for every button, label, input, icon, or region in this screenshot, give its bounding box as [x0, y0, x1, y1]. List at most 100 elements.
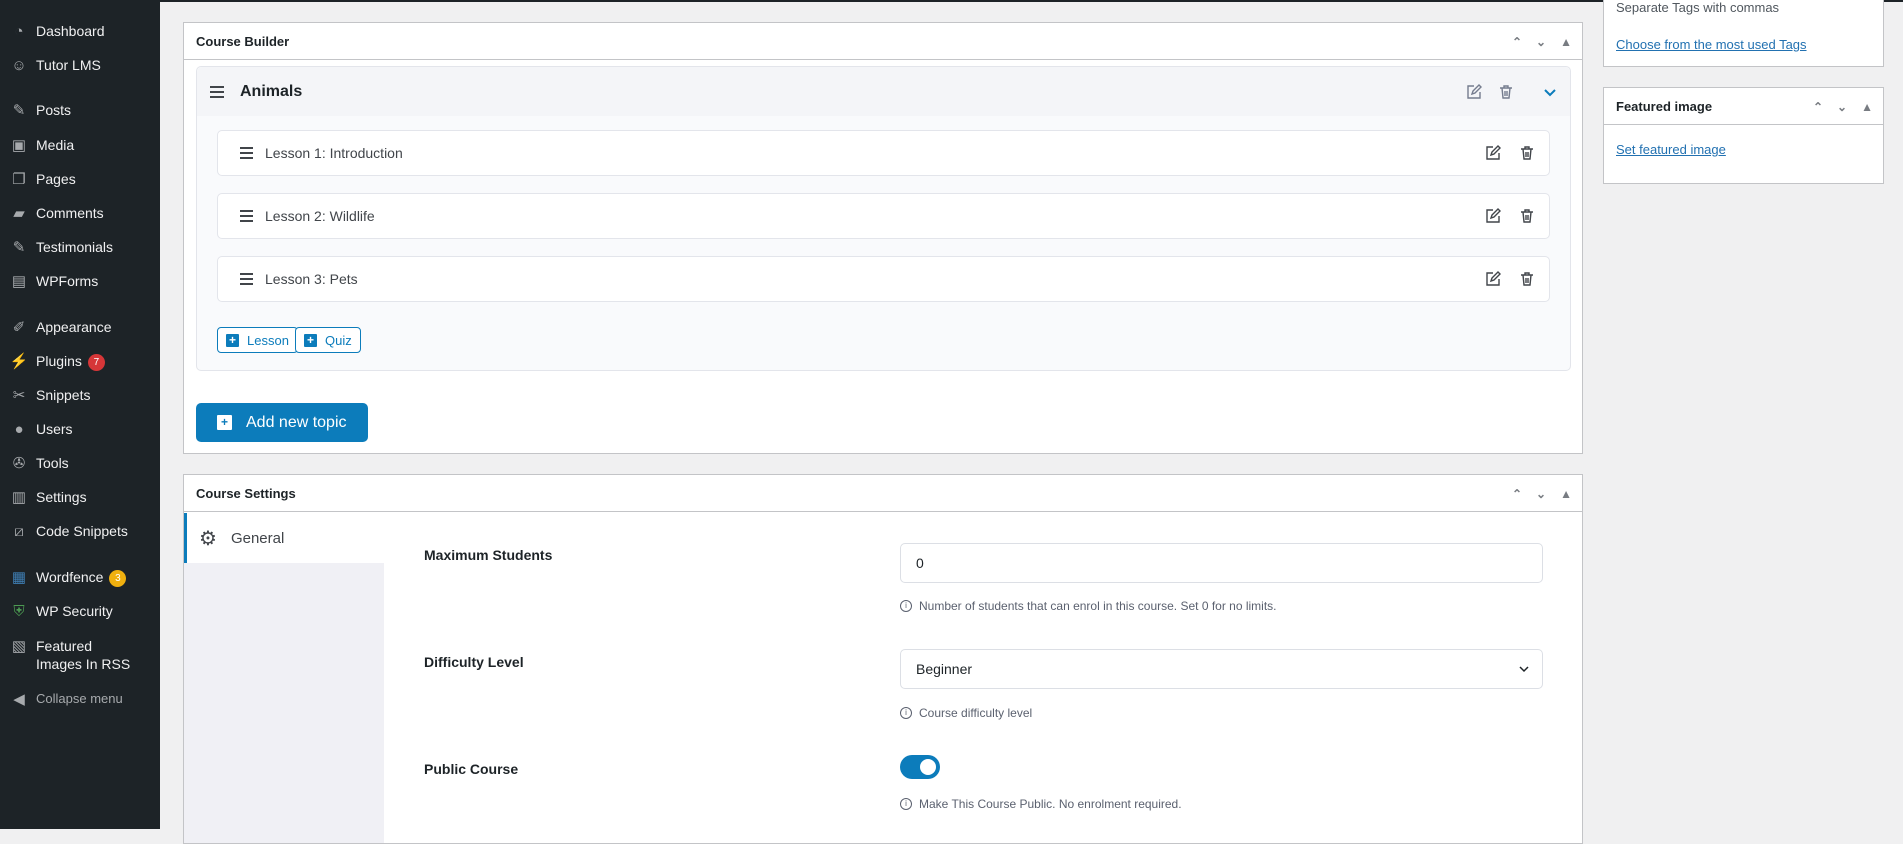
count-badge: 3: [109, 569, 127, 587]
sidebar-item-wpforms[interactable]: ▤ WPForms: [0, 271, 160, 291]
collapse-panel-icon[interactable]: ▲: [1861, 100, 1873, 114]
sidebar-item-label: Snippets: [36, 387, 91, 403]
sidebar-item-tutor-lms[interactable]: ☺ Tutor LMS: [0, 55, 160, 75]
max-students-help: i Number of students that can enrol in th…: [900, 599, 1277, 613]
most-used-tags-link[interactable]: Choose from the most used Tags: [1616, 37, 1807, 52]
difficulty-label: Difficulty Level: [424, 654, 524, 670]
count-badge: 7: [87, 353, 105, 371]
collapse-icon: ◀: [13, 691, 25, 708]
sidebar-item-tools[interactable]: ✇ Tools: [0, 453, 160, 473]
sidebar-item-media[interactable]: ▣ Media: [0, 135, 160, 155]
move-down-icon[interactable]: ⌄: [1536, 35, 1546, 49]
sidebar-item-wordfence[interactable]: ▦ Wordfence 3: [0, 567, 160, 587]
pin-icon: ✎: [12, 239, 26, 256]
sidebar-item-snippets[interactable]: ✂ Snippets: [0, 385, 160, 405]
move-down-icon[interactable]: ⌄: [1837, 100, 1847, 114]
sidebar-item-wp-security[interactable]: ⛨ WP Security: [0, 601, 160, 621]
media-icon: ▣: [11, 137, 27, 154]
shield-icon: ⛨: [13, 602, 25, 620]
set-featured-image-link[interactable]: Set featured image: [1616, 142, 1726, 157]
sidebar-item-label: Media: [36, 137, 75, 153]
lesson-item[interactable]: Lesson 1: Introduction: [217, 130, 1550, 176]
sidebar-item-featured-images-in-rss[interactable]: ▧ Featured Images In RSS: [0, 636, 160, 673]
drag-handle-icon[interactable]: [210, 85, 224, 98]
sidebar-item-posts[interactable]: ✎ Posts: [0, 100, 160, 120]
move-down-icon[interactable]: ⌄: [1536, 487, 1546, 501]
sidebar-item-label: Featured Images In RSS: [36, 638, 131, 672]
move-up-icon[interactable]: ⌃: [1512, 35, 1522, 49]
dashboard-icon: ◔: [14, 22, 24, 40]
sidebar-item-label: WPForms: [36, 273, 99, 289]
sidebar-item-label: Posts: [36, 102, 72, 118]
trash-icon[interactable]: [1498, 84, 1514, 100]
move-up-icon[interactable]: ⌃: [1512, 487, 1522, 501]
wordfence-icon: ▦: [11, 569, 27, 586]
plus-icon: +: [217, 415, 232, 430]
sidebar-item-appearance[interactable]: ✐ Appearance: [0, 317, 160, 337]
chevron-down-icon: [1519, 666, 1529, 673]
edit-icon[interactable]: [1485, 271, 1501, 287]
plus-icon: +: [304, 333, 317, 347]
sidebar-item-users[interactable]: ● Users: [0, 419, 160, 439]
trash-icon[interactable]: [1519, 271, 1535, 287]
lesson-title: Lesson 1: Introduction: [265, 145, 403, 161]
lesson-item[interactable]: Lesson 3: Pets: [217, 256, 1550, 302]
public-course-label: Public Course: [424, 761, 519, 777]
edit-icon[interactable]: [1466, 83, 1482, 100]
drag-handle-icon[interactable]: [240, 210, 253, 222]
forms-icon: ▤: [11, 273, 27, 290]
collapse-panel-icon[interactable]: ▲: [1560, 35, 1572, 49]
tab-general[interactable]: ⚙ General: [184, 513, 384, 563]
sidebar-item-dashboard[interactable]: ◔ Dashboard: [0, 21, 160, 41]
sidebar-item-settings[interactable]: ▥ Settings: [0, 487, 160, 507]
sidebar-item-label: Pages: [36, 171, 76, 187]
plus-icon: +: [226, 333, 239, 347]
max-students-input[interactable]: 0: [900, 543, 1543, 583]
course-builder-panel: Course Builder ⌃ ⌄ ▲ Animals Lesson 1: Int…: [183, 22, 1583, 454]
sidebar-item-label: Tools: [36, 455, 69, 471]
user-icon: ●: [14, 420, 24, 438]
course-settings-panel: Course Settings ⌃ ⌄ ▲ ⚙ General Maximum Stu…: [183, 474, 1583, 844]
sidebar-item-pages[interactable]: ❐ Pages: [0, 169, 160, 189]
collapse-panel-icon[interactable]: ▲: [1560, 487, 1572, 501]
gear-icon: ⚙: [199, 527, 217, 550]
add-lesson-button[interactable]: + Lesson: [217, 327, 298, 353]
pages-icon: ❐: [12, 171, 26, 188]
plugin-icon: ⚡: [9, 353, 29, 370]
sidebar-item-code-snippets[interactable]: ⧄ Code Snippets: [0, 521, 160, 541]
sidebar-item-label: Comments: [36, 205, 104, 221]
lesson-item[interactable]: Lesson 2: Wildlife: [217, 193, 1550, 239]
lesson-title: Lesson 3: Pets: [265, 271, 358, 287]
trash-icon[interactable]: [1519, 208, 1535, 224]
sidebar-item-label: Code Snippets: [36, 523, 128, 539]
add-quiz-button[interactable]: + Quiz: [295, 327, 361, 353]
images-icon: ▧: [11, 638, 27, 655]
sidebar-item-plugins[interactable]: ⚡ Plugins 7: [0, 351, 160, 371]
sidebar-item-comments[interactable]: ▰ Comments: [0, 203, 160, 223]
chevron-down-icon[interactable]: [1542, 84, 1558, 100]
scissors-icon: ✂: [12, 387, 26, 404]
trash-icon[interactable]: [1519, 145, 1535, 161]
sidebar-item-label: Dashboard: [36, 23, 105, 39]
add-new-topic-button[interactable]: + Add new topic: [196, 403, 368, 442]
edit-icon[interactable]: [1485, 208, 1501, 224]
difficulty-select[interactable]: Beginner: [900, 649, 1543, 689]
pin-icon: ✎: [12, 102, 26, 119]
collapse-menu-button[interactable]: ◀ Collapse menu: [0, 689, 160, 709]
sidebar-item-label: Users: [36, 421, 73, 437]
move-up-icon[interactable]: ⌃: [1813, 100, 1823, 114]
tags-hint: Separate Tags with commas: [1616, 0, 1780, 15]
sidebar-item-label: WP Security: [36, 603, 113, 619]
collapse-label: Collapse menu: [36, 691, 123, 706]
drag-handle-icon[interactable]: [240, 147, 253, 159]
comment-icon: ▰: [13, 205, 25, 222]
max-students-label: Maximum Students: [424, 547, 553, 563]
edit-icon[interactable]: [1485, 145, 1501, 161]
topic-title: Animals: [240, 82, 303, 100]
public-course-toggle[interactable]: [900, 755, 940, 779]
admin-sidebar: ◔ Dashboard ☺ Tutor LMS ✎ Posts ▣ Media ❐ Pages ▰ C…: [0, 0, 160, 829]
drag-handle-icon[interactable]: [240, 273, 253, 285]
sidebar-item-testimonials[interactable]: ✎ Testimonials: [0, 237, 160, 257]
sidebar-item-label: Testimonials: [36, 239, 114, 255]
info-icon: i: [900, 600, 912, 612]
